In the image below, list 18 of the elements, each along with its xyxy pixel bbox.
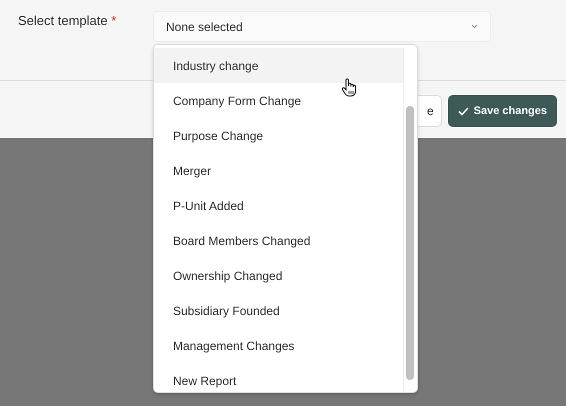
dropdown-option[interactable]: Board Members Changed (154, 223, 403, 258)
dropdown-option[interactable]: New Report (154, 363, 403, 398)
hand-cursor-icon (341, 78, 358, 97)
dropdown-option[interactable]: Management Changes (154, 328, 403, 363)
dropdown-option[interactable]: Company Form Change (154, 83, 403, 118)
required-mark: * (111, 13, 116, 28)
check-icon (458, 106, 469, 116)
dropdown-option[interactable]: Merger (154, 153, 403, 188)
save-button[interactable]: Save changes (448, 95, 557, 127)
field-label: Select template (18, 13, 108, 28)
chevron-down-icon (471, 24, 478, 29)
dropdown-option[interactable]: P-Unit Added (154, 188, 403, 223)
dropdown-option[interactable]: Industry change (154, 48, 403, 83)
scrollbar-thumb[interactable] (406, 106, 414, 380)
dropdown-option[interactable]: Purpose Change (154, 118, 403, 153)
dropdown-option[interactable]: Subsidiary Founded (154, 293, 403, 328)
template-select[interactable]: None selected (153, 11, 491, 42)
dropdown-option[interactable]: Ownership Changed (154, 258, 403, 293)
